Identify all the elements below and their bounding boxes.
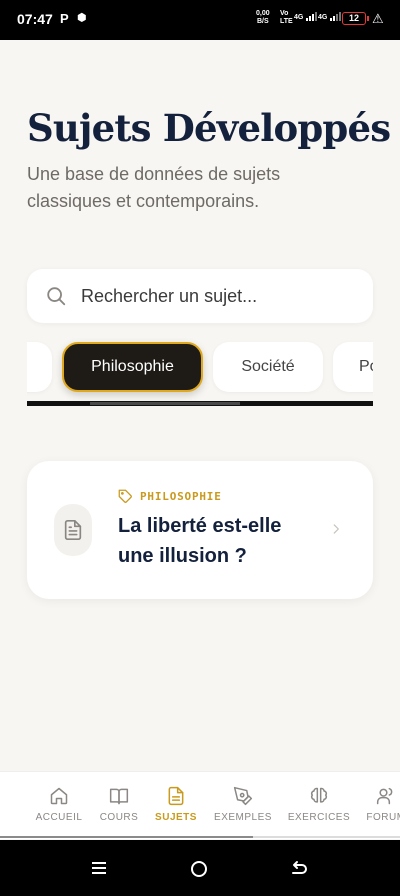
network-speed-value: 0,00 (256, 10, 270, 17)
subject-card-title: La liberté est-elle une illusion ? (118, 515, 282, 567)
category-scrollbar-thumb[interactable] (90, 402, 240, 405)
category-chip-societe[interactable]: Société (213, 342, 323, 392)
app-notification-icon: P (60, 11, 69, 26)
alert-icon: ⚠ (372, 11, 384, 26)
settings-notification-icon: ⬢ (77, 12, 87, 24)
volte-indicator: Vo LTE (280, 10, 293, 26)
volte-bottom: LTE (280, 18, 293, 25)
pen-icon (233, 786, 253, 806)
tag-icon (118, 489, 132, 503)
status-time: 07:47 (17, 11, 53, 27)
subject-card[interactable]: PHILOSOPHIE La liberté est-elle une illu… (27, 461, 373, 599)
document-icon (168, 786, 184, 806)
network-speed: 0,00 B/S (256, 10, 270, 26)
nav-item-forum[interactable]: FORUM (346, 772, 400, 840)
battery-icon: 12 (342, 12, 369, 25)
subject-card-icon-box (54, 504, 92, 556)
nav-label-forum: FORUM (366, 812, 400, 823)
signal-sim2-icon: 4G (318, 12, 342, 21)
status-bar: 07:47 P ⬢ 0,00 B/S Vo LTE 4G 4G 12 ⚠ (0, 0, 400, 40)
category-chip-next[interactable]: Po (333, 342, 373, 392)
category-chip-previous[interactable] (27, 342, 52, 392)
subject-card-category: PHILOSOPHIE (140, 490, 222, 503)
page-subtitle: Une base de données de sujets classiques… (27, 164, 281, 211)
bottom-nav-scrollbar[interactable] (0, 836, 400, 838)
category-filter-bar[interactable]: Philosophie Société Po (27, 336, 373, 408)
users-icon (376, 787, 393, 805)
signal-sim1-label: 4G (294, 14, 304, 21)
page-title: Sujets Développés (27, 106, 391, 150)
nav-item-exemples[interactable]: EXEMPLES (203, 772, 283, 840)
volte-top: Vo (280, 10, 289, 17)
book-icon (109, 788, 129, 805)
document-icon (64, 520, 82, 540)
signal-sim1-icon: 4G (294, 12, 318, 21)
system-navigation-bar (0, 840, 400, 896)
bottom-nav-scrollbar-thumb[interactable] (0, 836, 253, 838)
chevron-right-icon (333, 524, 339, 534)
search-icon (47, 287, 66, 306)
network-speed-unit: B/S (256, 18, 269, 25)
signal-sim2-label: 4G (318, 14, 328, 21)
category-chip-philosophie[interactable]: Philosophie (62, 342, 203, 392)
search-input[interactable] (81, 269, 361, 323)
category-scrollbar[interactable] (27, 401, 373, 406)
search-box[interactable] (27, 269, 373, 323)
bottom-navigation: ACCUEIL COURS SUJETS EXEMPLES EXERCICES (0, 771, 400, 839)
back-icon[interactable] (290, 860, 308, 876)
recent-apps-icon[interactable] (91, 860, 107, 876)
home-icon (50, 787, 68, 805)
brain-icon (310, 787, 328, 803)
home-button-icon[interactable] (190, 860, 208, 878)
nav-label-exemples: EXEMPLES (214, 812, 272, 823)
